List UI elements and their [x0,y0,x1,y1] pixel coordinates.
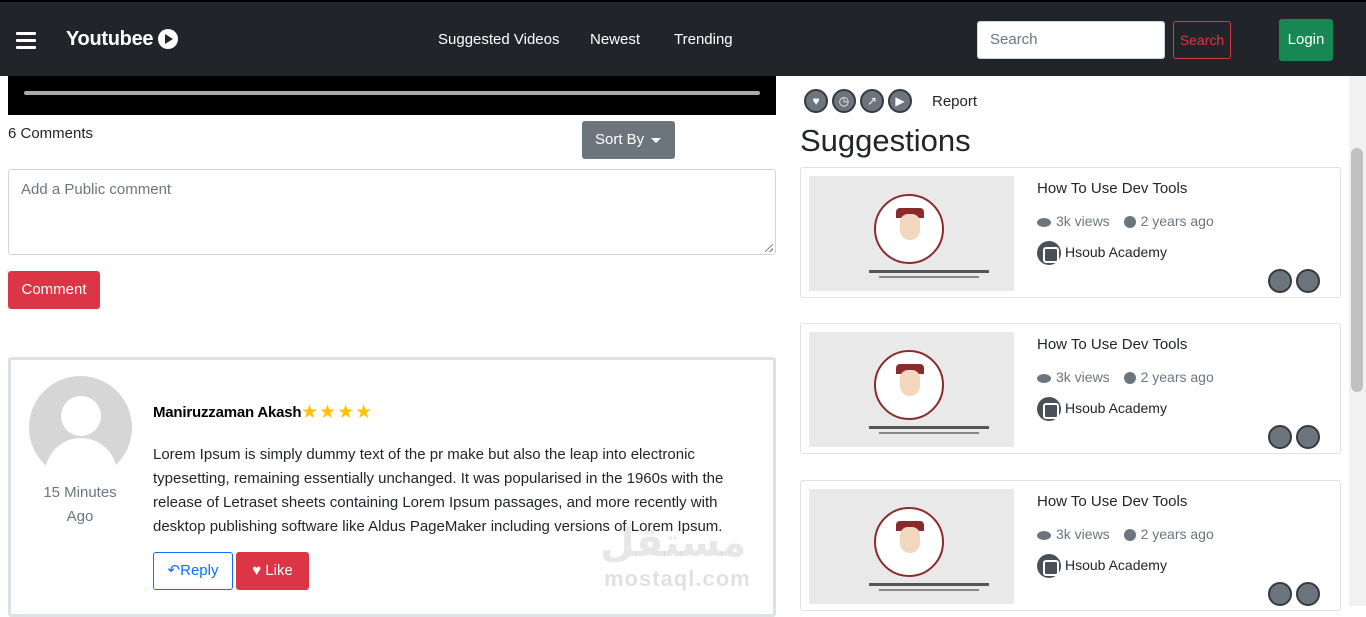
clock-icon [1123,529,1136,542]
heart-icon[interactable]: ♥ [804,89,828,113]
sort-by-label: Sort By [595,131,645,148]
watch-later-icon[interactable] [1268,425,1292,449]
video-thumbnail[interactable] [809,332,1014,447]
play-icon [158,29,178,49]
view-count: 3k views [1056,526,1110,542]
clock-icon[interactable]: ◷ [832,89,856,113]
sort-by-dropdown[interactable]: Sort By [582,121,675,159]
suggestion-meta: 3k views 2 years ago [1037,369,1214,385]
comment-placeholder: Add a Public comment [21,181,172,198]
channel-name: Hsoub Academy [1065,557,1167,573]
channel-link[interactable]: Hsoub Academy [1037,240,1167,266]
clock-icon [1123,372,1136,385]
channel-logo-icon [1037,554,1061,579]
report-link[interactable]: Report [932,93,977,110]
view-count: 3k views [1056,369,1110,385]
comment-time: 15 Minutes Ago [43,484,117,525]
nav-link-trending[interactable]: Trending [674,31,733,48]
upload-age: 2 years ago [1140,213,1214,229]
share-icon[interactable]: ↗ [860,89,884,113]
menu-icon[interactable] [16,32,36,53]
like-button[interactable]: ♥ Like [236,552,309,590]
watermark-url: mostaql.com [604,566,751,591]
comment-textarea[interactable]: Add a Public comment [8,169,776,255]
page-scrollbar[interactable] [1349,76,1366,606]
eye-icon [1037,530,1051,540]
watch-later-icon[interactable] [1268,582,1292,606]
video-progress-bar[interactable] [24,91,760,95]
search-button[interactable]: Search [1173,21,1231,59]
suggestion-meta: 3k views 2 years ago [1037,526,1214,542]
play-icon[interactable] [1296,269,1320,293]
comment-author[interactable]: Maniruzzaman Akash [153,404,302,421]
view-count: 3k views [1056,213,1110,229]
suggestion-card[interactable]: How To Use Dev Tools 3k views 2 years ag… [800,323,1341,454]
clock-icon [1123,216,1136,229]
suggestions-heading: Suggestions [800,123,971,158]
suggestion-meta: 3k views 2 years ago [1037,213,1214,229]
watch-later-icon[interactable] [1268,269,1292,293]
watermark-logo: مستقل [600,521,747,565]
play-icon[interactable] [1296,425,1320,449]
top-navbar: Youtubee Suggested Videos Newest Trendin… [0,0,1366,76]
login-button[interactable]: Login [1279,19,1333,61]
resize-handle-icon[interactable] [765,244,773,252]
play-icon[interactable]: ▶ [888,89,912,113]
channel-link[interactable]: Hsoub Academy [1037,553,1167,579]
channel-logo-icon [1037,241,1061,266]
upload-age: 2 years ago [1140,526,1214,542]
suggestion-title[interactable]: How To Use Dev Tools [1037,493,1187,510]
play-icon[interactable] [1296,582,1320,606]
video-thumbnail[interactable] [809,176,1014,291]
eye-icon [1037,217,1051,227]
channel-name: Hsoub Academy [1065,244,1167,260]
nav-link-newest[interactable]: Newest [590,31,640,48]
comments-count: 6 Comments [8,125,94,142]
channel-link[interactable]: Hsoub Academy [1037,396,1167,422]
nav-link-suggested[interactable]: Suggested Videos [438,31,560,48]
search-input[interactable]: Search [977,21,1165,59]
channel-logo-icon [1037,397,1061,422]
reply-button[interactable]: ↶Reply [153,552,233,590]
video-thumbnail[interactable] [809,489,1014,604]
upload-age: 2 years ago [1140,369,1214,385]
video-player[interactable] [8,76,776,115]
star-rating-icon: ★★★★ [301,402,374,423]
caret-down-icon [651,138,661,143]
brand-logo-text[interactable]: Youtubee [66,28,154,51]
avatar [29,376,132,479]
reply-arrow-icon: ↶ [167,562,181,579]
eye-icon [1037,373,1051,383]
heart-icon: ♥ [252,562,266,579]
channel-name: Hsoub Academy [1065,400,1167,416]
reply-label: Reply [180,562,219,579]
like-label: Like [265,562,293,579]
suggestion-title[interactable]: How To Use Dev Tools [1037,180,1187,197]
suggestion-title[interactable]: How To Use Dev Tools [1037,336,1187,353]
submit-comment-button[interactable]: Comment [8,271,100,309]
suggestion-card[interactable]: How To Use Dev Tools 3k views 2 years ag… [800,167,1341,298]
suggestion-card[interactable]: How To Use Dev Tools 3k views 2 years ag… [800,480,1341,611]
scrollbar-thumb[interactable] [1351,148,1363,392]
